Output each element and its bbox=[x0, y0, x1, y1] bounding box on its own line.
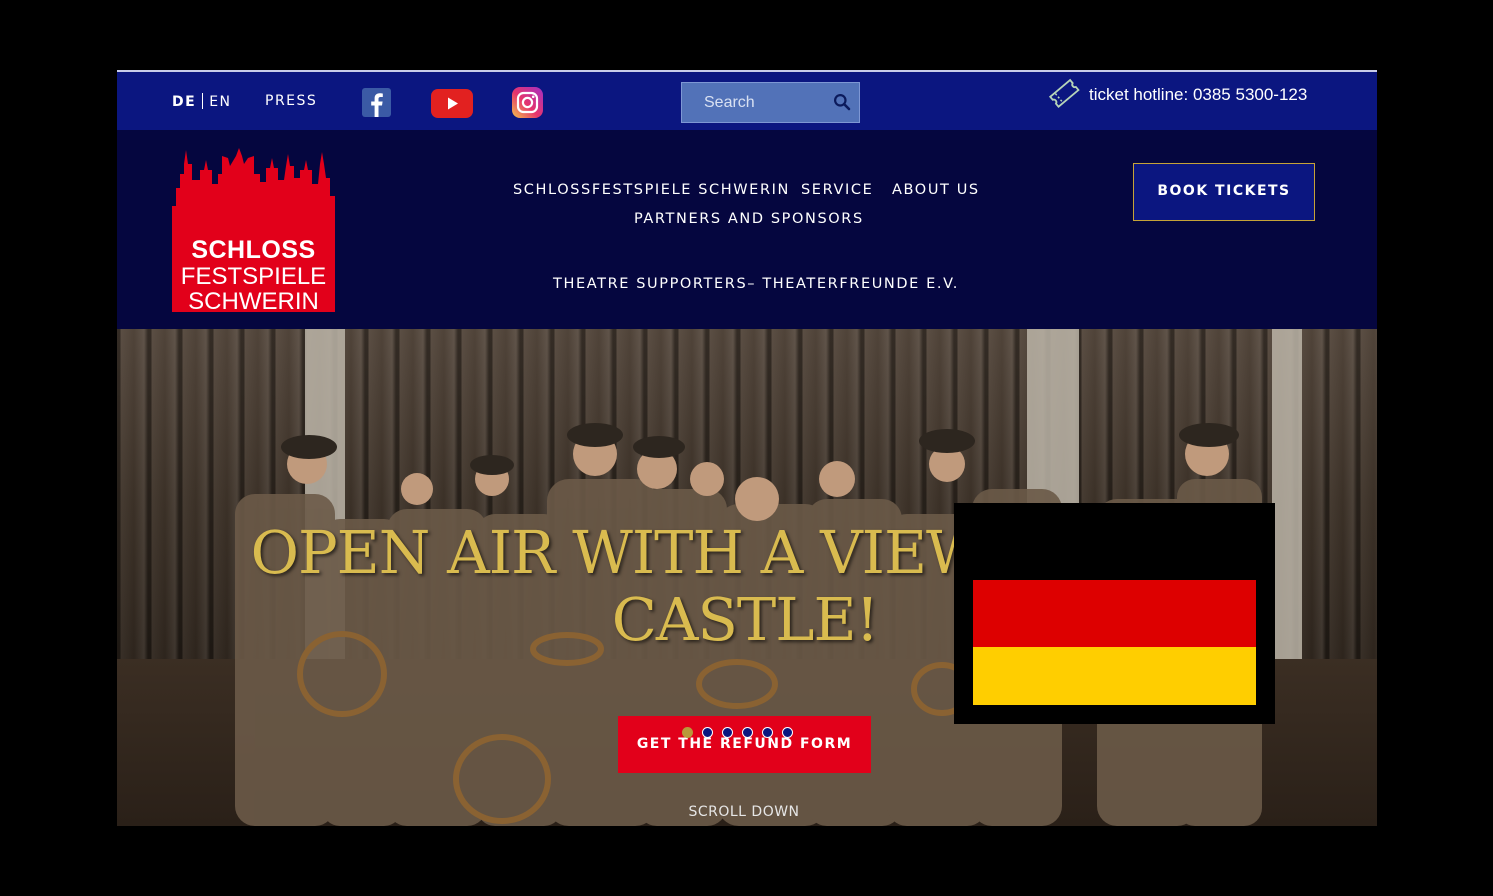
refund-form-button[interactable]: GET THE REFUND FORM bbox=[618, 716, 871, 773]
site-logo[interactable]: SCHLOSS FESTSPIELE SCHWERIN bbox=[172, 148, 335, 315]
lang-en-link[interactable]: EN bbox=[209, 94, 231, 110]
logo-line-2: FESTSPIELE bbox=[180, 263, 327, 290]
slider-dot[interactable] bbox=[682, 727, 693, 738]
logo-line-1: SCHLOSS bbox=[191, 236, 316, 264]
nav-partners-sponsors[interactable]: PARTNERS AND SPONSORS bbox=[634, 211, 864, 227]
instagram-icon[interactable] bbox=[512, 87, 543, 118]
logo-line-3: SCHWERIN bbox=[188, 288, 319, 315]
top-bar: DE EN PRESS ticket hotline: 0385 5300-123 bbox=[117, 70, 1377, 130]
search-input[interactable] bbox=[682, 83, 844, 122]
nav-service[interactable]: SERVICE bbox=[801, 182, 873, 198]
search-box bbox=[681, 82, 860, 123]
scroll-down-link[interactable]: SCROLL DOWN bbox=[117, 804, 1371, 820]
main-header: SCHLOSS FESTSPIELE SCHWERIN SCHLOSSFESTS… bbox=[117, 130, 1377, 329]
lang-separator bbox=[202, 93, 204, 109]
lang-de-link[interactable]: DE bbox=[172, 94, 196, 110]
language-switcher: DE EN bbox=[172, 93, 232, 110]
slider-dot[interactable] bbox=[722, 727, 733, 738]
search-icon[interactable] bbox=[833, 93, 851, 115]
facebook-icon[interactable] bbox=[362, 88, 391, 117]
book-tickets-button[interactable]: BOOK TICKETS bbox=[1133, 163, 1315, 221]
german-flag-icon bbox=[954, 503, 1275, 724]
nav-theatre-supporters[interactable]: THEATRE SUPPORTERS– THEATERFREUNDE E.V. bbox=[553, 276, 959, 292]
ticket-icon bbox=[1046, 76, 1082, 114]
nav-schlossfestspiele[interactable]: SCHLOSSFESTSPIELE SCHWERIN bbox=[513, 182, 790, 198]
flag-red-stripe bbox=[973, 580, 1256, 647]
press-link[interactable]: PRESS bbox=[265, 93, 317, 109]
flag-gold-stripe bbox=[973, 647, 1256, 705]
slider-dots bbox=[682, 727, 793, 738]
slider-dot[interactable] bbox=[762, 727, 773, 738]
slider-dot[interactable] bbox=[782, 727, 793, 738]
nav-about-us[interactable]: ABOUT US bbox=[892, 182, 980, 198]
slider-dot[interactable] bbox=[742, 727, 753, 738]
ticket-hotline[interactable]: ticket hotline: 0385 5300-123 bbox=[1089, 85, 1307, 105]
youtube-icon[interactable] bbox=[431, 89, 473, 118]
slider-dot[interactable] bbox=[702, 727, 713, 738]
